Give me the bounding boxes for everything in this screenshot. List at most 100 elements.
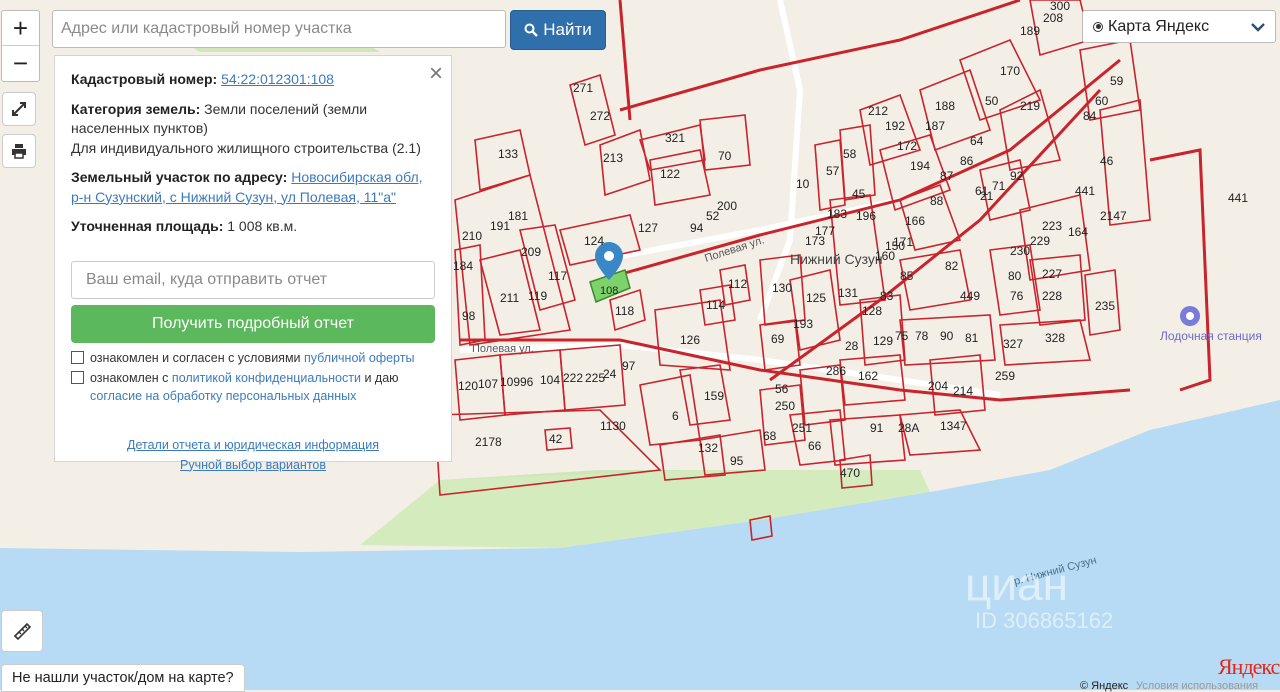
parcel-number-label: 1130 [600,419,626,433]
parcel-number-label: 181 [508,209,528,223]
parcel-number-label: 96 [520,375,534,389]
zoom-control: + − [1,10,40,82]
parcel-number-label: 132 [698,441,718,455]
parcel-number-label: 250 [775,399,795,413]
personal-data-link[interactable]: согласие на обработку персональных данны… [90,389,356,403]
parcel-number-label: 97 [622,359,636,373]
parcel-number-label: 125 [806,291,826,305]
parcel-number-label: 173 [805,234,825,248]
parcel-number-label: 164 [1068,225,1088,239]
offer-checkbox[interactable] [71,350,84,364]
consent-offer: ознакомлен и согласен с условиями публич… [71,349,435,367]
street-label: Полевая ул. [472,343,534,355]
parcel-number-label: 114 [706,298,725,312]
parcel-number-label: 92 [1010,169,1024,183]
parcel-number-label: 214 [953,384,973,398]
parcel-number-label: 68 [763,429,777,443]
parcel-number-label: 50 [985,94,999,108]
parcel-number-label: 45 [852,187,866,201]
print-button[interactable] [2,134,36,168]
parcel-number-label: 321 [665,131,685,145]
parcel-number-label: 24 [603,367,617,381]
parcel-number-label: 184 [453,259,473,273]
copyright: © Яндекс [1080,680,1129,692]
parcel-number-label: 28 [845,339,859,353]
parcel-number-label: 286 [826,364,846,378]
consent1-text: ознакомлен и согласен с условиями [90,350,301,365]
parcel-number-label: 187 [925,119,945,133]
parcel-number-label: 470 [840,466,860,480]
parcel-number-label: 219 [1020,99,1040,113]
parcel-number-label: 166 [905,214,925,228]
parcel-number-label: 119 [528,289,547,303]
parcel-number-label: 222 [563,371,583,385]
zoom-in-button[interactable]: + [2,11,39,45]
terms-link[interactable]: Условия использования [1136,680,1258,692]
cadastral-number-link[interactable]: 54:22:012301:108 [221,71,334,87]
parcel-number-label: 10 [796,177,810,191]
watermark: циан [965,558,1068,610]
search-input[interactable] [52,10,506,48]
parcel-number-label: 130 [772,281,792,295]
parcel-number-label: 75 [895,329,909,343]
parcel-number-label: 83 [880,289,894,303]
offer-link[interactable]: публичной оферты [304,351,414,365]
panel-footer-links: Детали отчета и юридическая информация Р… [71,435,435,475]
yandex-logo: Яндекс [1218,654,1280,679]
parcel-number-label: 64 [970,134,984,148]
parcel-number-label: 86 [960,154,974,168]
parcel-number-label: 76 [1010,289,1024,303]
parcel-number-label: 213 [603,151,623,165]
parcel-number-label: 91 [870,421,884,435]
parcel-number-label: 200 [717,199,737,213]
category-row: Категория земель: Земли поселений (земли… [71,100,435,159]
parcel-number-label: 171 [893,235,913,249]
parcel-number-label: 328 [1045,331,1065,345]
parcel-number-label: 131 [838,286,858,300]
find-button-label: Найти [543,20,592,39]
parcel-number-label: 118 [615,304,634,318]
parcel-number-label: 183 [827,207,847,221]
zoom-out-button[interactable]: − [2,45,39,80]
find-button[interactable]: Найти [510,10,606,50]
consent2-mid: и даю [364,370,399,385]
printer-icon [12,144,26,159]
details-link[interactable]: Детали отчета и юридическая информация [71,435,435,455]
map-layer-select[interactable]: Карта Яндекс [1082,10,1276,43]
parcel-number-label: 210 [462,229,482,243]
parcel-number-label: 300 [1050,0,1070,13]
parcel-number-label: 59 [1110,74,1124,88]
chevron-down-icon [1251,23,1265,32]
fullscreen-button[interactable] [2,92,36,126]
parcel-number-label: 120 [458,379,478,393]
parcel-number-label: 196 [856,209,876,223]
parcel-number-label: 69 [771,332,785,346]
privacy-checkbox[interactable] [71,370,84,384]
parcel-number-label: 95 [730,454,744,468]
email-field[interactable] [71,260,435,299]
ruler-button[interactable] [1,610,43,652]
get-report-button[interactable]: Получить подробный отчет [71,304,435,343]
parcel-number-label: 46 [1100,154,1114,168]
privacy-link[interactable]: политикой конфиденциальности [172,371,361,385]
parcel-number-label: 57 [826,164,840,178]
close-icon[interactable]: × [429,60,443,88]
parcel-number-label: 128 [862,304,882,318]
not-found-button[interactable]: Не нашли участок/дом на карте? [1,664,245,692]
village-label: Нижний Сузун [790,251,883,267]
manual-select-link[interactable]: Ручной выбор вариантов [71,455,435,475]
parcel-number-label: 127 [638,221,658,235]
boat-station-icon [1180,306,1200,326]
parcel-number-label: 117 [548,269,567,283]
parcel-number-label: 170 [1000,64,1020,78]
parcel-number-label: 104 [540,373,560,387]
cadastral-label: Кадастровый номер: [71,71,218,87]
parcel-number-label: 229 [1030,234,1050,248]
parcel-number-label: 109 [500,375,520,389]
use-value: Для индивидуального жилищного строительс… [71,139,421,156]
boat-station-label: Лодочная станция [1160,329,1262,343]
watermark-id: ID 306865162 [975,608,1113,633]
parcel-number-label: 204 [928,379,948,393]
parcel-number-label: 129 [873,334,893,348]
parcel-number-label: 81 [965,331,979,345]
